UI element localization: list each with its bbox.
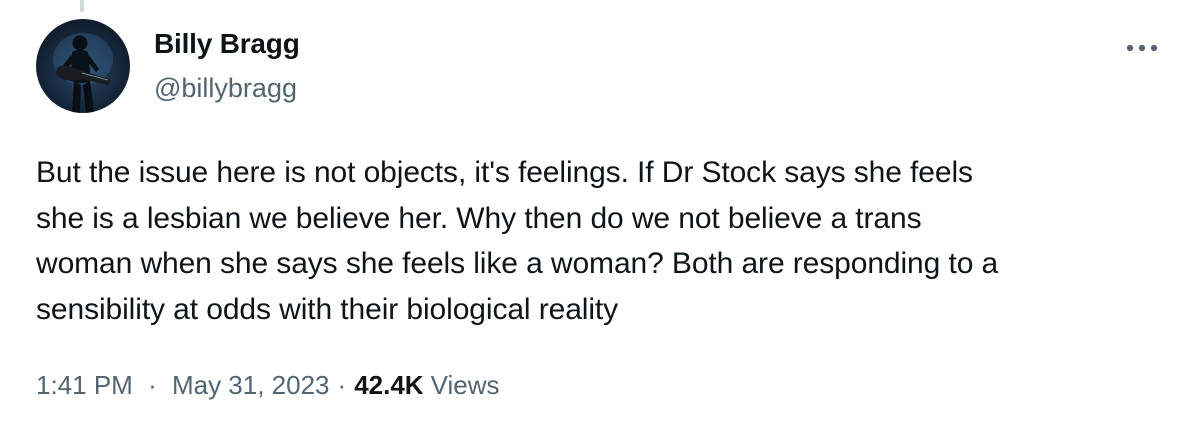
- tweet-text-line: she is a lesbian we believe her. Why the…: [36, 201, 922, 235]
- user-avatar-photo-icon: [53, 33, 113, 113]
- author-display-name[interactable]: Billy Bragg: [154, 28, 300, 60]
- separator-dot: ·: [148, 370, 157, 400]
- thread-connector-line: [80, 0, 84, 12]
- more-options-icon: [1126, 44, 1158, 52]
- author-handle[interactable]: @billybragg: [154, 73, 297, 104]
- separator-dot: ·: [337, 370, 347, 400]
- avatar[interactable]: [36, 19, 130, 113]
- tweet-text-line: sensibility at odds with their biologica…: [36, 292, 619, 326]
- views-count[interactable]: 42.4K: [354, 370, 423, 401]
- tweet-text-line: But the issue here is not objects, it's …: [36, 156, 973, 189]
- tweet-timestamp-link[interactable]: 1:41 PM · May 31, 2023: [36, 370, 330, 401]
- tweet-date: May 31, 2023: [171, 370, 330, 400]
- more-options-button[interactable]: [1118, 30, 1166, 66]
- tweet-metadata: 1:41 PM · May 31, 2023 · 42.4K Views: [36, 370, 499, 401]
- tweet-text-line: woman when she says she feels like a wom…: [36, 247, 999, 280]
- tweet-text: But the issue here is not objects, it's …: [36, 150, 1166, 332]
- views-label: Views: [430, 370, 500, 400]
- tweet-time: 1:41 PM: [36, 370, 133, 400]
